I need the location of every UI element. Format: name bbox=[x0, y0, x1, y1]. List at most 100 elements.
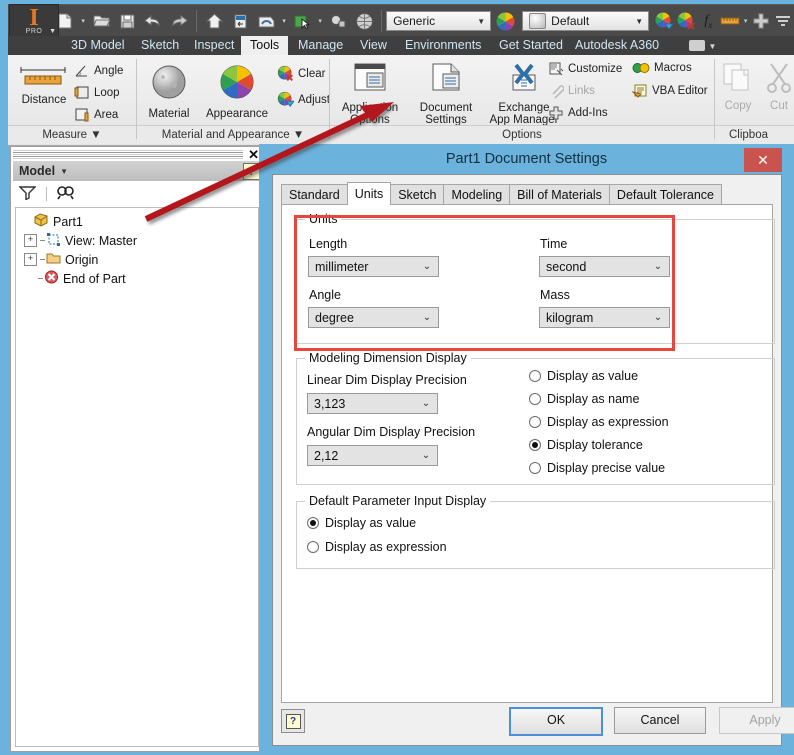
update-caret-icon[interactable]: ▾ bbox=[279, 17, 289, 25]
update-icon[interactable] bbox=[253, 8, 279, 34]
appearance-combo-value: Default bbox=[551, 14, 590, 28]
measure-loop-button[interactable]: Loop bbox=[74, 85, 120, 101]
cancel-label: Cancel bbox=[640, 713, 680, 727]
ribbon-tab-manage[interactable]: Manage bbox=[289, 36, 352, 55]
mass-units-combo[interactable]: kilogram ⌄ bbox=[539, 307, 670, 328]
qat-overflow-icon[interactable] bbox=[772, 8, 794, 34]
ribbon-panel-material-title[interactable]: Material and Appearance ▼ bbox=[137, 125, 329, 144]
add-qat-icon[interactable] bbox=[750, 8, 772, 34]
adjust-appearance-icon[interactable] bbox=[653, 8, 675, 34]
dialog-tab-units[interactable]: Units bbox=[346, 182, 392, 205]
model-tree[interactable]: Part1 + View: Master + Origin End of Par… bbox=[15, 207, 259, 747]
radio-param-display-as-expression[interactable]: Display as expression bbox=[307, 540, 447, 554]
tree-expander-icon[interactable]: + bbox=[24, 234, 37, 247]
length-units-combo[interactable]: millimeter ⌄ bbox=[308, 256, 439, 277]
area-icon bbox=[75, 108, 89, 122]
new-file-caret-icon[interactable]: ▾ bbox=[78, 17, 88, 25]
ok-button[interactable]: OK bbox=[509, 707, 603, 736]
ribbon-tab-get-started[interactable]: Get Started bbox=[490, 36, 572, 55]
tree-expander-icon-2[interactable]: + bbox=[24, 253, 37, 266]
radio-display-as-name[interactable]: Display as name bbox=[529, 392, 639, 406]
application-options-button[interactable]: Application Options bbox=[332, 61, 408, 126]
filter-icon[interactable] bbox=[18, 185, 37, 203]
radio-label: Display as expression bbox=[547, 415, 669, 429]
ribbon-tab-sketch[interactable]: Sketch bbox=[132, 36, 188, 55]
browser-title-caret-icon[interactable]: ▼ bbox=[60, 167, 68, 176]
ribbon-tab-3d-model[interactable]: 3D Model bbox=[62, 36, 134, 55]
dialog-tab-modeling[interactable]: Modeling bbox=[443, 184, 511, 205]
tree-item-origin[interactable]: + Origin bbox=[20, 250, 258, 269]
adjust-appearance-button[interactable]: Adjust bbox=[277, 91, 330, 108]
dialog-close-button[interactable]: ✕ bbox=[744, 148, 782, 172]
appearance-combo[interactable]: Default ▼ bbox=[522, 11, 650, 31]
angle-units-combo[interactable]: degree ⌄ bbox=[308, 307, 439, 328]
material-button[interactable]: Material bbox=[139, 63, 199, 120]
dialog-tab-bill-of-materials[interactable]: Bill of Materials bbox=[509, 184, 610, 205]
chevron-down-icon-2: ▼ bbox=[635, 16, 644, 26]
angular-precision-combo[interactable]: 2,12 ⌄ bbox=[307, 445, 438, 466]
cancel-button[interactable]: Cancel bbox=[614, 707, 706, 734]
length-units-value: millimeter bbox=[315, 259, 369, 274]
material-wheel-icon[interactable] bbox=[494, 8, 516, 34]
home-icon[interactable] bbox=[201, 8, 227, 34]
customize-button[interactable]: Customize bbox=[548, 61, 622, 77]
browser-help-icon[interactable]: ? bbox=[243, 163, 260, 180]
linear-precision-combo[interactable]: 3,123 ⌄ bbox=[307, 393, 438, 414]
inventor-logo-glyph: I bbox=[29, 5, 39, 31]
browser-drag-grip[interactable] bbox=[13, 149, 243, 159]
redo-icon[interactable] bbox=[166, 8, 192, 34]
time-units-combo[interactable]: second ⌄ bbox=[539, 256, 670, 277]
units-tab-page: Units Length millimeter ⌄ Time second ⌄ … bbox=[281, 204, 775, 703]
appearance-browser-icon[interactable] bbox=[351, 8, 377, 34]
ribbon-tab-environments[interactable]: Environments bbox=[396, 36, 490, 55]
measure-area-button[interactable]: Area bbox=[74, 107, 118, 123]
fx-icon[interactable]: fx bbox=[697, 8, 719, 34]
macros-button[interactable]: Macros bbox=[632, 61, 692, 75]
ribbon-tab-inspect[interactable]: Inspect bbox=[185, 36, 243, 55]
measure-angle-button[interactable]: Angle bbox=[74, 63, 123, 79]
ribbon-tab-view[interactable]: View bbox=[351, 36, 396, 55]
ribbon-tab-tools[interactable]: Tools bbox=[241, 36, 289, 55]
radio-display-tolerance[interactable]: Display tolerance bbox=[529, 438, 643, 452]
radio-display-as-value[interactable]: Display as value bbox=[529, 369, 638, 383]
dialog-tab-default-tolerance[interactable]: Default Tolerance bbox=[608, 184, 722, 205]
logo-caret-icon[interactable]: ▼ bbox=[49, 28, 56, 35]
undo-icon[interactable] bbox=[140, 8, 166, 34]
measure-caret-icon[interactable]: ▾ bbox=[741, 17, 749, 25]
dialog-tab-sketch[interactable]: Sketch bbox=[390, 184, 445, 205]
ribbon-panel-measure-title[interactable]: Measure ▼ bbox=[8, 125, 136, 144]
appearance-button[interactable]: Appearance bbox=[197, 63, 277, 120]
material-combo[interactable]: Generic ▼ bbox=[386, 11, 492, 31]
radio-param-display-as-value[interactable]: Display as value bbox=[307, 516, 416, 530]
measure-title-label: Measure bbox=[42, 129, 88, 141]
vba-editor-button[interactable]: VBA Editor bbox=[632, 83, 708, 99]
open-file-icon[interactable] bbox=[88, 8, 114, 34]
add-ins-button[interactable]: Add-Ins bbox=[548, 105, 608, 121]
ribbon-minimize-button[interactable]: ▼ bbox=[680, 36, 725, 55]
copy-icon bbox=[723, 63, 749, 91]
save-icon[interactable] bbox=[114, 8, 140, 34]
radio-display-precise-value[interactable]: Display precise value bbox=[529, 461, 665, 475]
tree-item-view-master[interactable]: + View: Master bbox=[20, 231, 258, 250]
document-settings-button[interactable]: Document Settings bbox=[408, 61, 484, 126]
ribbon-tab-autodesk-a360[interactable]: Autodesk A360 bbox=[566, 36, 668, 55]
measure-distance-button[interactable]: Distance bbox=[10, 63, 78, 106]
ribbon-panel-options-title[interactable]: Options bbox=[330, 125, 714, 144]
length-label: Length bbox=[309, 237, 348, 251]
return-icon[interactable] bbox=[227, 8, 253, 34]
dialog-tab-standard[interactable]: Standard bbox=[281, 184, 348, 205]
measure-ruler-icon[interactable] bbox=[719, 8, 741, 34]
material-browser-icon[interactable] bbox=[325, 8, 351, 34]
clear-appearance-icon[interactable] bbox=[675, 8, 697, 34]
modeling-group-legend: Modeling Dimension Display bbox=[305, 351, 471, 365]
material-combo-value: Generic bbox=[393, 14, 436, 28]
select-caret-icon[interactable]: ▾ bbox=[315, 17, 325, 25]
tree-item-end-of-part[interactable]: End of Part bbox=[20, 269, 258, 288]
select-icon[interactable] bbox=[289, 8, 315, 34]
tree-item-part1[interactable]: Part1 bbox=[20, 212, 258, 231]
clear-appearance-button[interactable]: Clear bbox=[277, 65, 325, 82]
ribbon-panel-clipboard-title[interactable]: Clipboa bbox=[715, 125, 794, 144]
find-icon[interactable] bbox=[57, 185, 76, 203]
radio-display-as-expression[interactable]: Display as expression bbox=[529, 415, 669, 429]
dialog-help-button[interactable]: ? bbox=[281, 709, 305, 733]
